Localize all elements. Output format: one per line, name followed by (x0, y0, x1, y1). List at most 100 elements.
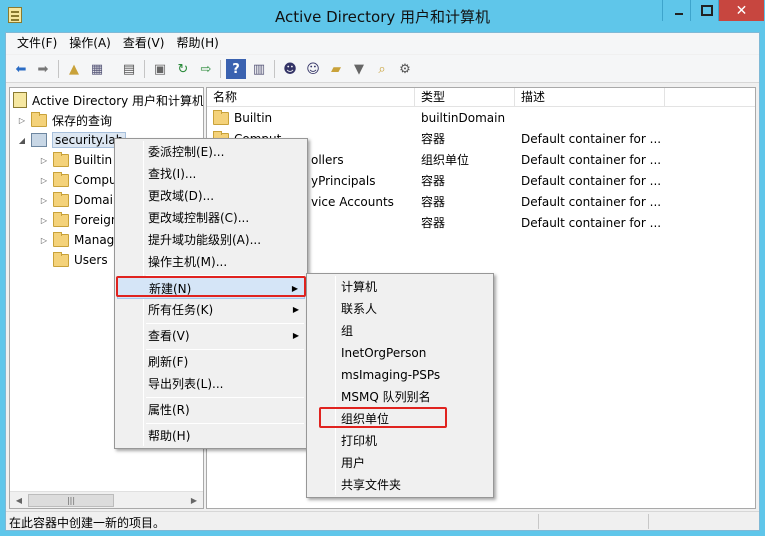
list-header: 名称 类型 描述 (207, 88, 755, 107)
folder-icon (53, 231, 69, 247)
tree-item-saved-queries[interactable]: ▷ 保存的查询 (17, 110, 112, 130)
highlight-box-new (116, 276, 306, 297)
row-description (521, 108, 751, 129)
row-type: 容器 (421, 174, 446, 188)
folder-icon (53, 211, 69, 227)
submenu-item-shared-folder[interactable]: 共享文件夹 (309, 474, 491, 496)
menu-item-change-dc[interactable]: 更改域控制器(C)... (117, 207, 305, 229)
tree-item-managed[interactable]: ▷ Manag (39, 230, 114, 250)
collapse-arrow-icon[interactable]: ◢ (17, 136, 27, 145)
export-icon[interactable]: ⇨ (196, 59, 216, 79)
submenu-item-user[interactable]: 用户 (309, 452, 491, 474)
row-name: Builtin (234, 111, 273, 125)
menu-separator (146, 423, 304, 424)
list-row[interactable]: Builtin builtinDomain (207, 108, 755, 129)
scroll-left-icon[interactable]: ◀ (12, 494, 26, 507)
tree-item-foreign[interactable]: ▷ Foreign (39, 210, 118, 230)
tree-item-builtin[interactable]: ▷ Builtin (39, 150, 112, 170)
new-user-icon[interactable]: ☻ (280, 59, 300, 79)
column-header-description[interactable]: 描述 (515, 88, 665, 107)
expand-arrow-icon[interactable]: ▷ (39, 196, 49, 205)
status-divider (648, 514, 649, 529)
menu-action[interactable]: 操作(A) (63, 34, 117, 53)
column-header-type[interactable]: 类型 (415, 88, 515, 107)
new-group-icon[interactable]: ☺ (303, 59, 323, 79)
menu-view[interactable]: 查看(V) (117, 34, 171, 53)
filter-icon[interactable]: ▼ (349, 59, 369, 79)
forward-arrow-icon[interactable]: ➡ (33, 59, 53, 79)
status-text: 在此容器中创建一新的项目。 (9, 516, 166, 530)
row-type: 容器 (421, 132, 446, 146)
menu-item-change-domain[interactable]: 更改域(D)... (117, 185, 305, 207)
title-bar[interactable]: Active Directory 用户和计算机 ✕ (0, 0, 765, 32)
properties-icon[interactable]: ▣ (150, 59, 170, 79)
menu-item-all-tasks[interactable]: 所有任务(K) ▶ (117, 299, 305, 321)
row-name: ollers (311, 153, 344, 167)
scroll-thumb[interactable]: ||| (28, 494, 114, 507)
menu-help[interactable]: 帮助(H) (170, 34, 224, 53)
tree-item-users[interactable]: Users (53, 250, 108, 270)
find-icon[interactable]: ⌕ (372, 59, 392, 79)
folder-icon (53, 171, 69, 187)
scroll-right-icon[interactable]: ▶ (187, 494, 201, 507)
horizontal-scrollbar[interactable]: ◀ ||| ▶ (10, 491, 203, 508)
expand-arrow-icon[interactable]: ▷ (17, 116, 27, 125)
ad-root-icon (13, 92, 27, 108)
menu-item-label: 查看(V) (148, 329, 190, 343)
menu-item-refresh[interactable]: 刷新(F) (117, 351, 305, 373)
submenu-item-contact[interactable]: 联系人 (309, 298, 491, 320)
clipboard-icon[interactable]: ▤ (119, 59, 139, 79)
tree-item-domain-controllers[interactable]: ▷ Domain (39, 190, 121, 210)
up-folder-icon[interactable]: ▲ (64, 59, 84, 79)
column-header-name[interactable]: 名称 (207, 88, 415, 107)
menu-item-view[interactable]: 查看(V) ▶ (117, 325, 305, 347)
menu-item-label: 所有任务(K) (148, 303, 214, 317)
menu-item-operations-masters[interactable]: 操作主机(M)... (117, 251, 305, 273)
new-submenu: 计算机 联系人 组 InetOrgPerson msImaging-PSPs M… (306, 273, 494, 498)
tree-item-domain[interactable]: ◢ security.lab (17, 130, 127, 150)
folder-icon (213, 110, 229, 125)
row-description: Default container for ... (521, 174, 662, 188)
menu-item-raise-level[interactable]: 提升域功能级别(A)... (117, 229, 305, 251)
submenu-arrow-icon: ▶ (292, 331, 299, 340)
menu-item-properties[interactable]: 属性(R) (117, 399, 305, 421)
menu-item-delegate[interactable]: 委派控制(E)... (117, 141, 305, 163)
submenu-item-computer[interactable]: 计算机 (309, 276, 491, 298)
menu-bar: 文件(F) 操作(A) 查看(V) 帮助(H) (6, 33, 759, 54)
folder-icon (53, 251, 69, 267)
delegate-icon[interactable]: ⚙ (395, 59, 415, 79)
refresh-icon[interactable]: ↻ (173, 59, 193, 79)
status-bar: 在此容器中创建一新的项目。 (6, 511, 759, 530)
new-ou-icon[interactable]: ▰ (326, 59, 346, 79)
submenu-item-msmq-alias[interactable]: MSMQ 队列别名 (309, 386, 491, 408)
menu-item-find[interactable]: 查找(I)... (117, 163, 305, 185)
tree-item-computers[interactable]: ▷ Compu (39, 170, 117, 190)
submenu-item-msimaging-psps[interactable]: msImaging-PSPs (309, 364, 491, 386)
row-description: Default container for ... (521, 132, 662, 146)
menu-item-export-list[interactable]: 导出列表(L)... (117, 373, 305, 395)
menu-separator (146, 323, 304, 324)
row-name: yPrincipals (311, 174, 376, 188)
row-type: 容器 (421, 195, 446, 209)
view-icon[interactable]: ▥ (249, 59, 269, 79)
submenu-item-group[interactable]: 组 (309, 320, 491, 342)
back-arrow-icon[interactable]: ⬅ (11, 59, 31, 79)
expand-arrow-icon[interactable]: ▷ (39, 236, 49, 245)
submenu-item-inetorgperson[interactable]: InetOrgPerson (309, 342, 491, 364)
submenu-item-printer[interactable]: 打印机 (309, 430, 491, 452)
toolbar-separator (220, 60, 221, 78)
menu-file[interactable]: 文件(F) (11, 34, 63, 53)
tree-item-root[interactable]: Active Directory 用户和计算机 (13, 90, 203, 110)
toolbar-separator (58, 60, 59, 78)
help-icon[interactable]: ? (226, 59, 246, 79)
expand-arrow-icon[interactable]: ▷ (39, 216, 49, 225)
tree-label: Foreign (74, 213, 119, 227)
console-tree-icon[interactable]: ▦ (87, 59, 107, 79)
menu-item-help[interactable]: 帮助(H) (117, 425, 305, 447)
row-description: Default container for ... (521, 153, 662, 167)
folder-icon (31, 111, 47, 127)
toolbar-separator (274, 60, 275, 78)
close-button[interactable]: ✕ (718, 0, 764, 21)
expand-arrow-icon[interactable]: ▷ (39, 176, 49, 185)
expand-arrow-icon[interactable]: ▷ (39, 156, 49, 165)
